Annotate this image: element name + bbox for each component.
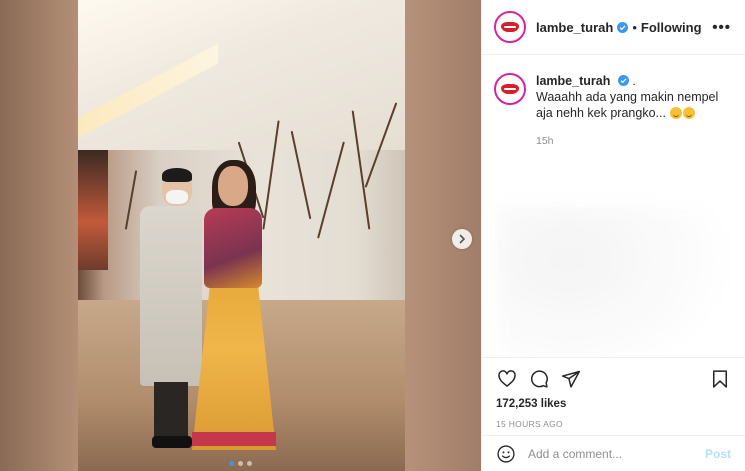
more-options-icon[interactable]: ••• [712, 19, 731, 36]
grimacing-face-icon [683, 107, 696, 119]
share-icon[interactable] [560, 368, 582, 390]
comments-placeholder [496, 205, 735, 357]
caption-time: 15h [536, 135, 554, 147]
likes-count[interactable]: 172,253 likes [496, 398, 731, 410]
instagram-post: lambe_turah • Following ••• lambe_turah … [0, 0, 745, 471]
red-lips-logo [501, 84, 519, 94]
post-media[interactable] [0, 0, 481, 471]
photo-doorway [78, 150, 108, 270]
bookmark-icon[interactable] [709, 368, 731, 390]
carousel-indicator [229, 461, 252, 466]
verified-badge-icon [617, 21, 629, 33]
following-button[interactable]: Following [641, 20, 702, 35]
header-username[interactable]: lambe_turah [536, 20, 613, 35]
caption-area: lambe_turah . Waaahh ada yang makin nemp… [482, 55, 745, 357]
verified-badge-icon [617, 75, 629, 86]
action-icons [496, 366, 731, 392]
post-timestamp[interactable]: 15 HOURS AGO [496, 419, 731, 429]
avatar[interactable] [494, 11, 526, 43]
caption-text: lambe_turah . Waaahh ada yang makin nemp… [536, 73, 726, 121]
comment-box: Post [482, 435, 745, 471]
caption-suffix: . [632, 74, 636, 88]
carousel-dot [238, 461, 243, 466]
chevron-right-icon[interactable] [452, 229, 472, 249]
caption-username[interactable]: lambe_turah [536, 74, 610, 88]
post-side-panel: lambe_turah • Following ••• lambe_turah … [481, 0, 745, 471]
caption-body: Waaahh ada yang makin nempel aja nehh ke… [536, 89, 726, 121]
avatar[interactable] [494, 73, 526, 105]
post-header: lambe_turah • Following ••• [482, 0, 745, 55]
grimacing-face-icon [670, 107, 683, 119]
smiley-icon[interactable] [496, 444, 516, 464]
carousel-dot [229, 461, 234, 466]
post-actions: 172,253 likes 15 HOURS AGO [482, 357, 745, 435]
header-separator: • [632, 19, 637, 35]
post-button[interactable]: Post [705, 447, 731, 461]
red-lips-logo [501, 22, 519, 32]
carousel-dot [247, 461, 252, 466]
photo-person-woman [192, 160, 282, 460]
comment-icon[interactable] [528, 368, 550, 390]
comment-input[interactable] [528, 446, 705, 461]
photo-side-blur-left [0, 0, 78, 471]
caption: lambe_turah . Waaahh ada yang makin nemp… [494, 73, 733, 121]
heart-icon[interactable] [496, 368, 518, 390]
